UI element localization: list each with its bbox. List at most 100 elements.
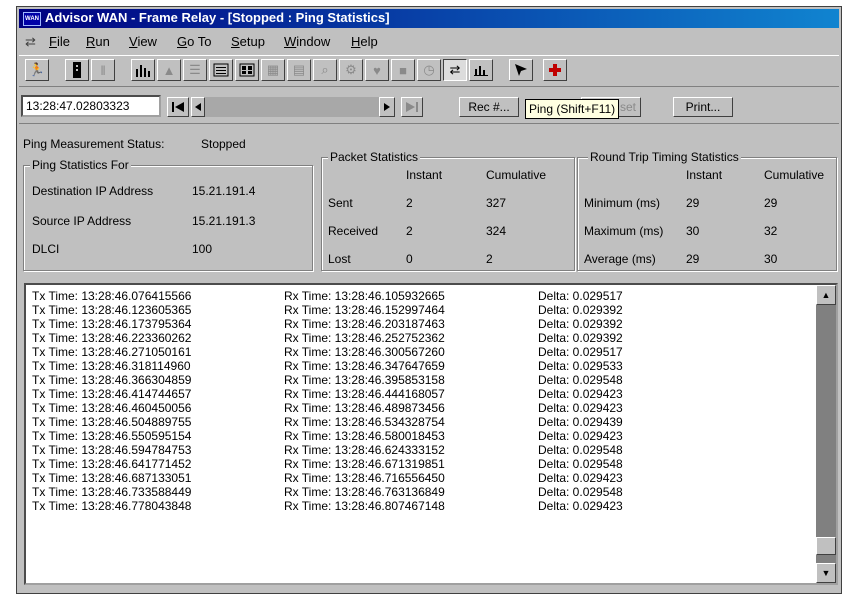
page-icon[interactable]: ▤ bbox=[287, 59, 311, 81]
log-tx-time: Tx Time: 13:28:46.778043848 bbox=[32, 499, 192, 513]
add-icon[interactable] bbox=[543, 59, 567, 81]
title-bar[interactable]: WAN Advisor WAN - Frame Relay - [Stopped… bbox=[19, 9, 839, 28]
log-row: Tx Time: 13:28:46.366304859 Rx Time: 13:2… bbox=[32, 373, 812, 387]
mdi-window-icon[interactable]: ⇄ bbox=[25, 34, 36, 50]
menu-window[interactable]: Window bbox=[284, 34, 330, 49]
average-cumulative: 30 bbox=[764, 252, 778, 266]
heart-icon[interactable]: ♥ bbox=[365, 59, 389, 81]
log-tx-time: Tx Time: 13:28:46.594784753 bbox=[32, 443, 192, 457]
log-row: Tx Time: 13:28:46.223360262 Rx Time: 13:2… bbox=[32, 331, 812, 345]
trash-icon[interactable]: ■ bbox=[391, 59, 415, 81]
ping-log-list[interactable]: Tx Time: 13:28:46.076415566 Rx Time: 13:2… bbox=[24, 283, 838, 585]
app-window: WAN Advisor WAN - Frame Relay - [Stopped… bbox=[16, 6, 842, 594]
ping-log-rows: Tx Time: 13:28:46.076415566 Rx Time: 13:2… bbox=[32, 289, 812, 513]
menu-run[interactable]: Run bbox=[86, 34, 110, 49]
log-row: Tx Time: 13:28:46.318114960 Rx Time: 13:2… bbox=[32, 359, 812, 373]
log-delta-time: Delta: 0.029423 bbox=[538, 429, 623, 443]
log-delta-time: Delta: 0.029517 bbox=[538, 289, 623, 303]
last-record-button[interactable] bbox=[401, 97, 423, 117]
log-row: Tx Time: 13:28:46.173795364 Rx Time: 13:2… bbox=[32, 317, 812, 331]
scroll-left-button[interactable] bbox=[191, 97, 205, 117]
bar-chart-icon[interactable] bbox=[131, 59, 155, 81]
received-label: Received bbox=[328, 224, 379, 238]
dlci-value: 100 bbox=[192, 242, 213, 256]
detail-list-icon[interactable] bbox=[209, 59, 233, 81]
area-chart-icon[interactable]: ▲ bbox=[157, 59, 181, 81]
log-rx-time: Rx Time: 13:28:46.763136849 bbox=[284, 485, 445, 499]
scroll-thumb[interactable] bbox=[816, 537, 836, 555]
log-rx-time: Rx Time: 13:28:46.671319851 bbox=[284, 457, 445, 471]
log-delta-time: Delta: 0.029548 bbox=[538, 443, 623, 457]
ping-icon[interactable]: ⇄ bbox=[443, 59, 467, 81]
log-rx-time: Rx Time: 13:28:46.252752362 bbox=[284, 331, 445, 345]
minimum-cumulative: 29 bbox=[764, 196, 778, 210]
menu-setup[interactable]: Setup bbox=[231, 34, 265, 49]
network-icon[interactable]: ⚙ bbox=[339, 59, 363, 81]
left-arrow-icon bbox=[195, 103, 201, 111]
log-row: Tx Time: 13:28:46.687133051 Rx Time: 13:2… bbox=[32, 471, 812, 485]
destination-ip-label: Destination IP Address bbox=[32, 184, 154, 198]
log-tx-time: Tx Time: 13:28:46.271050161 bbox=[32, 345, 192, 359]
ping-status-panel: Ping Measurement Status: Stopped Ping St… bbox=[19, 127, 839, 277]
run-icon[interactable]: 🏃 bbox=[25, 59, 49, 81]
record-scrollbar-track[interactable] bbox=[205, 97, 379, 117]
stop-icon[interactable] bbox=[65, 59, 89, 81]
log-vertical-scrollbar[interactable]: ▲ ▼ bbox=[816, 285, 836, 583]
log-tx-time: Tx Time: 13:28:46.223360262 bbox=[32, 331, 192, 345]
pointer-icon[interactable] bbox=[509, 59, 533, 81]
log-tx-time: Tx Time: 13:28:46.123605365 bbox=[32, 303, 192, 317]
log-delta-time: Delta: 0.029392 bbox=[538, 317, 623, 331]
sent-label: Sent bbox=[328, 196, 353, 210]
clock-icon[interactable]: ◷ bbox=[417, 59, 441, 81]
right-arrow-icon bbox=[384, 103, 390, 111]
log-row: Tx Time: 13:28:46.733588449 Rx Time: 13:2… bbox=[32, 485, 812, 499]
log-tx-time: Tx Time: 13:28:46.318114960 bbox=[32, 359, 191, 373]
ping-statistics-for-group: Ping Statistics For Destination IP Addre… bbox=[23, 158, 313, 271]
log-row: Tx Time: 13:28:46.076415566 Rx Time: 13:2… bbox=[32, 289, 812, 303]
menu-view[interactable]: View bbox=[129, 34, 157, 49]
log-delta-time: Delta: 0.029423 bbox=[538, 499, 623, 513]
round-trip-timing-group: Round Trip Timing Statistics Instant Cum… bbox=[577, 150, 837, 271]
log-rx-time: Rx Time: 13:28:46.534328754 bbox=[284, 415, 445, 429]
menu-goto[interactable]: Go To bbox=[177, 34, 211, 49]
received-cumulative: 324 bbox=[486, 224, 507, 238]
table-icon[interactable]: ▦ bbox=[261, 59, 285, 81]
log-row: Tx Time: 13:28:46.550595154 Rx Time: 13:2… bbox=[32, 429, 812, 443]
log-rx-time: Rx Time: 13:28:46.203187463 bbox=[284, 317, 445, 331]
scroll-down-button[interactable]: ▼ bbox=[816, 563, 836, 583]
log-tx-time: Tx Time: 13:28:46.173795364 bbox=[32, 317, 192, 331]
menu-help[interactable]: Help bbox=[351, 34, 378, 49]
dlci-label: DLCI bbox=[32, 242, 60, 256]
list-icon[interactable]: ☰ bbox=[183, 59, 207, 81]
skip-forward-icon bbox=[406, 102, 418, 112]
minimum-label: Minimum (ms) bbox=[584, 196, 660, 210]
maximum-cumulative: 32 bbox=[764, 224, 778, 238]
grid-icon[interactable] bbox=[235, 59, 259, 81]
pause-icon[interactable]: ‖ bbox=[91, 59, 115, 81]
sent-cumulative: 327 bbox=[486, 196, 507, 210]
time-field[interactable]: 13:28:47.02803323 bbox=[21, 95, 161, 117]
log-rx-time: Rx Time: 13:28:46.444168057 bbox=[284, 387, 445, 401]
log-row: Tx Time: 13:28:46.504889755 Rx Time: 13:2… bbox=[32, 415, 812, 429]
scroll-up-button[interactable]: ▲ bbox=[816, 285, 836, 305]
print-button[interactable]: Print... bbox=[673, 97, 733, 117]
log-rx-time: Rx Time: 13:28:46.624333152 bbox=[284, 443, 445, 457]
ping-statistics-for-title: Ping Statistics For bbox=[30, 158, 131, 172]
destination-ip-value: 15.21.191.4 bbox=[192, 184, 256, 198]
menu-file[interactable]: File bbox=[49, 34, 70, 49]
packet-cumulative-header: Cumulative bbox=[486, 168, 547, 182]
log-delta-time: Delta: 0.029533 bbox=[538, 359, 623, 373]
log-delta-time: Delta: 0.029423 bbox=[538, 387, 623, 401]
log-tx-time: Tx Time: 13:28:46.414744657 bbox=[32, 387, 192, 401]
log-row: Tx Time: 13:28:46.641771452 Rx Time: 13:2… bbox=[32, 457, 812, 471]
log-delta-time: Delta: 0.029517 bbox=[538, 345, 623, 359]
first-record-button[interactable] bbox=[167, 97, 189, 117]
app-icon[interactable]: WAN bbox=[23, 12, 41, 26]
received-instant: 2 bbox=[406, 224, 413, 238]
measurement-status-label: Ping Measurement Status: bbox=[23, 137, 165, 151]
zoom-icon[interactable]: ⌕ bbox=[313, 59, 337, 81]
log-rx-time: Rx Time: 13:28:46.489873456 bbox=[284, 401, 445, 415]
rec-number-button[interactable]: Rec #... bbox=[459, 97, 519, 117]
scroll-right-button[interactable] bbox=[379, 97, 395, 117]
histogram-icon[interactable] bbox=[469, 59, 493, 81]
